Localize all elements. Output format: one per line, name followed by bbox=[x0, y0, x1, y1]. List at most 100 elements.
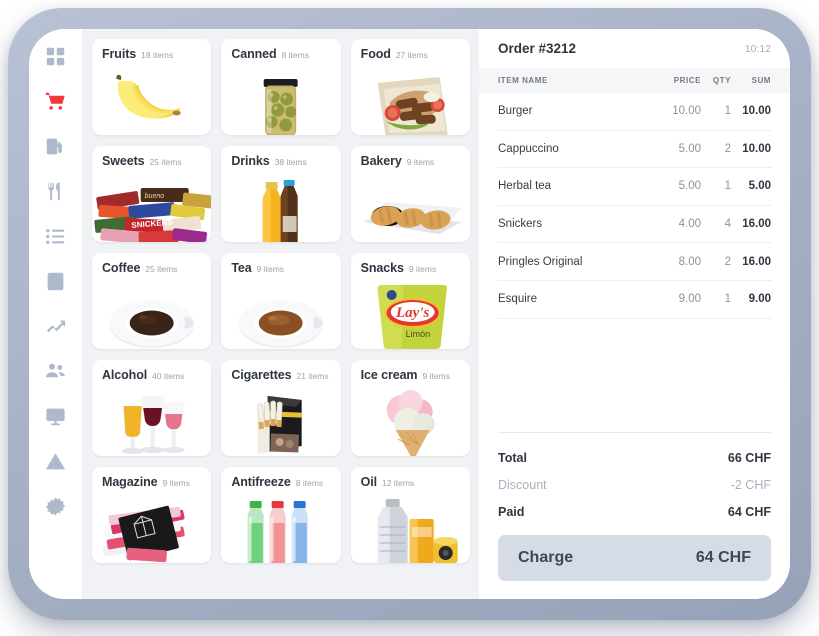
category-title: Tea bbox=[231, 261, 252, 275]
column-header-item-name: ITEM NAME bbox=[498, 76, 548, 85]
item-sum: 10.00 bbox=[742, 142, 771, 155]
category-title: Drinks bbox=[231, 154, 270, 168]
order-header: Order #3212 10:12 bbox=[479, 29, 790, 68]
item-price: 5.00 bbox=[678, 180, 701, 193]
column-header-sum: SUM bbox=[751, 76, 771, 85]
item-qty: 1 bbox=[724, 180, 731, 193]
category-title: Magazine bbox=[102, 475, 158, 489]
order-item-list: Burger 10.00 1 10.00 Cappuccino 5.00 2 1… bbox=[479, 93, 790, 319]
sidebar-nav bbox=[29, 29, 82, 599]
tablet-device-frame: Fruits 18 items Canned 8 items Food 27 i… bbox=[8, 8, 811, 620]
category-card-magazine[interactable]: Magazine 9 items bbox=[92, 467, 212, 563]
category-card-snacks[interactable]: Snacks 9 items Lay's Limón bbox=[350, 253, 470, 349]
charge-label: Charge bbox=[518, 549, 574, 566]
order-row[interactable]: Burger 10.00 1 10.00 bbox=[498, 93, 771, 131]
shopping-cart-icon bbox=[45, 91, 66, 112]
category-header: Cigarettes 21 items bbox=[221, 360, 340, 382]
order-row[interactable]: Cappuccino 5.00 2 10.00 bbox=[498, 131, 771, 169]
category-card-cigarettes[interactable]: Cigarettes 21 items bbox=[221, 360, 341, 456]
coffee-cup-image bbox=[92, 283, 211, 349]
discount-row: Discount -2 CHF bbox=[498, 471, 771, 498]
paid-label: Paid bbox=[498, 504, 525, 519]
order-row[interactable]: Snickers 4.00 4 16.00 bbox=[498, 206, 771, 244]
item-sum: 16.00 bbox=[742, 255, 771, 268]
category-title: Oil bbox=[360, 475, 378, 489]
sidebar-item-kitchen[interactable] bbox=[41, 176, 71, 206]
total-value: 66 CHF bbox=[727, 450, 771, 465]
svg-text:Lay's: Lay's bbox=[395, 305, 429, 321]
sidebar-item-alerts[interactable] bbox=[41, 446, 71, 476]
screen: Fruits 18 items Canned 8 items Food 27 i… bbox=[29, 29, 790, 599]
category-header: Fruits 18 items bbox=[92, 39, 211, 61]
charge-button[interactable]: Charge 64 CHF bbox=[498, 535, 771, 581]
croissants-image bbox=[351, 176, 470, 242]
order-row[interactable]: Herbal tea 5.00 1 5.00 bbox=[498, 168, 771, 206]
category-card-tea[interactable]: Tea 9 items bbox=[221, 253, 341, 349]
sidebar-item-sales[interactable] bbox=[41, 86, 71, 116]
svg-text:bueno: bueno bbox=[145, 193, 165, 200]
svg-text:Limón: Limón bbox=[405, 329, 430, 339]
category-title: Fruits bbox=[102, 47, 137, 61]
item-sum: 5.00 bbox=[748, 180, 771, 193]
category-card-oil[interactable]: Oil 12 items bbox=[350, 467, 470, 563]
cutlery-icon bbox=[45, 181, 66, 202]
order-time: 10:12 bbox=[744, 42, 771, 55]
category-card-food[interactable]: Food 27 items bbox=[350, 39, 470, 135]
sidebar-item-staff[interactable] bbox=[41, 356, 71, 386]
category-count: 25 items bbox=[145, 264, 178, 274]
sidebar-item-customers[interactable] bbox=[41, 266, 71, 296]
order-title: Order #3212 bbox=[498, 41, 577, 56]
magazines-image bbox=[92, 497, 211, 563]
category-card-antifreeze[interactable]: Antifreeze 8 items bbox=[221, 467, 341, 563]
category-count: 21 items bbox=[296, 371, 329, 381]
category-card-bakery[interactable]: Bakery 9 items bbox=[350, 146, 470, 242]
category-header: Sweets 25 items bbox=[92, 146, 211, 168]
bananas-image bbox=[92, 69, 211, 135]
sidebar-item-dashboard[interactable] bbox=[41, 41, 71, 71]
item-qty: 2 bbox=[724, 255, 731, 268]
gear-icon bbox=[45, 496, 66, 517]
sidebar-item-fuel[interactable] bbox=[41, 131, 71, 161]
category-title: Ice cream bbox=[360, 368, 418, 382]
category-header: Coffee 25 items bbox=[92, 253, 211, 275]
bottles-image bbox=[221, 176, 340, 242]
category-card-coffee[interactable]: Coffee 25 items bbox=[92, 253, 212, 349]
order-totals: Total 66 CHF Discount -2 CHF Paid 64 CHF bbox=[498, 432, 771, 525]
category-grid: Fruits 18 items Canned 8 items Food 27 i… bbox=[82, 29, 479, 599]
category-card-sweets[interactable]: Sweets 25 items SNICKERS bueno bbox=[92, 146, 212, 242]
sidebar-item-terminals[interactable] bbox=[41, 401, 71, 431]
order-row[interactable]: Pringles Original 8.00 2 16.00 bbox=[498, 243, 771, 281]
category-header: Alcohol 40 items bbox=[92, 360, 211, 382]
paid-row: Paid 64 CHF bbox=[498, 498, 771, 525]
sidebar-item-settings[interactable] bbox=[41, 491, 71, 521]
item-price: 5.00 bbox=[678, 142, 701, 155]
order-row[interactable]: Esquire 9.00 1 9.00 bbox=[498, 281, 771, 319]
item-name: Burger bbox=[498, 105, 533, 118]
category-count: 18 items bbox=[141, 50, 174, 60]
category-title: Food bbox=[360, 47, 391, 61]
sidebar-item-orders[interactable] bbox=[41, 221, 71, 251]
total-row: Total 66 CHF bbox=[498, 444, 771, 471]
category-header: Tea 9 items bbox=[221, 253, 340, 275]
item-name: Cappuccino bbox=[498, 142, 559, 155]
paid-value: 64 CHF bbox=[727, 504, 771, 519]
total-label: Total bbox=[498, 450, 527, 465]
item-name: Esquire bbox=[498, 293, 537, 306]
category-card-fruits[interactable]: Fruits 18 items bbox=[92, 39, 212, 135]
category-count: 8 items bbox=[281, 50, 309, 60]
category-card-alcohol[interactable]: Alcohol 40 items bbox=[92, 360, 212, 456]
category-header: Ice cream 9 items bbox=[351, 360, 470, 382]
list-icon bbox=[45, 226, 66, 247]
sidebar-item-reports[interactable] bbox=[41, 311, 71, 341]
category-card-drinks[interactable]: Drinks 38 items bbox=[221, 146, 341, 242]
item-price: 8.00 bbox=[678, 255, 701, 268]
category-header: Antifreeze 8 items bbox=[221, 467, 340, 489]
category-title: Sweets bbox=[102, 154, 145, 168]
category-card-ice-cream[interactable]: Ice cream 9 items bbox=[350, 360, 470, 456]
category-card-canned[interactable]: Canned 8 items bbox=[221, 39, 341, 135]
order-spacer bbox=[479, 319, 790, 432]
category-header: Magazine 9 items bbox=[92, 467, 211, 489]
order-panel: Order #3212 10:12 ITEM NAME PRICE QTY SU… bbox=[479, 29, 790, 599]
category-title: Antifreeze bbox=[231, 475, 291, 489]
item-sum: 9.00 bbox=[748, 293, 771, 306]
